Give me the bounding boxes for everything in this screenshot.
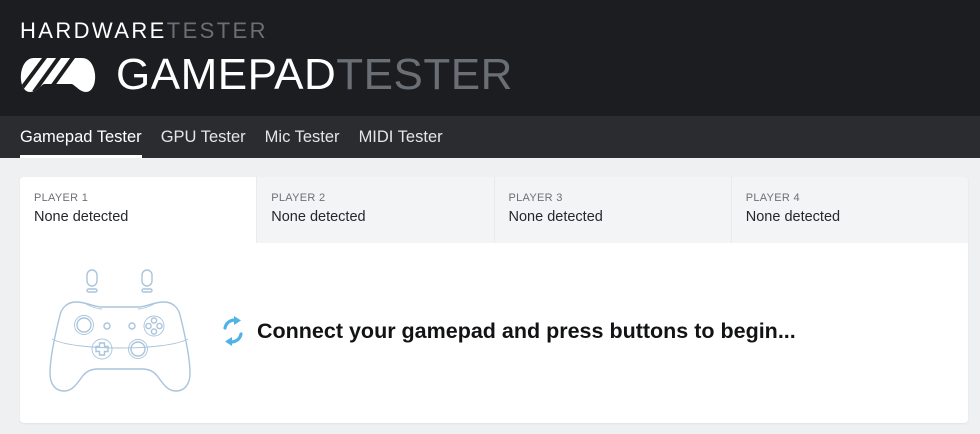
nav-item-midi-tester[interactable]: MIDI Tester <box>359 116 443 158</box>
hardware-tester-brand[interactable]: HARDWARETESTER <box>20 19 268 43</box>
brand-title-primary: GAMEPAD <box>116 50 337 99</box>
gamepad-content: Connect your gamepad and press buttons t… <box>20 243 968 423</box>
brand-title: GAMEPADTESTER <box>116 52 513 98</box>
nav-item-gpu-tester[interactable]: GPU Tester <box>161 116 246 158</box>
player-tab-2[interactable]: PLAYER 2 None detected <box>256 177 494 243</box>
player-label: PLAYER 4 <box>745 192 800 204</box>
player-status: None detected <box>508 209 603 225</box>
refresh-icon <box>223 316 243 346</box>
nav-item-gamepad-tester[interactable]: Gamepad Tester <box>20 116 142 158</box>
player-status: None detected <box>34 209 129 225</box>
brand-title-secondary: TESTER <box>336 50 513 99</box>
player-tab-3[interactable]: PLAYER 3 None detected <box>493 177 731 243</box>
brand-small-primary: HARDWARE <box>20 18 167 43</box>
connect-message: Connect your gamepad and press buttons t… <box>218 314 796 348</box>
player-status: None detected <box>271 209 366 225</box>
player-label: PLAYER 1 <box>34 192 89 204</box>
connect-message-text: Connect your gamepad and press buttons t… <box>257 318 796 343</box>
player-label: PLAYER 2 <box>271 192 326 204</box>
player-tabs: PLAYER 1 None detected PLAYER 2 None det… <box>20 177 968 243</box>
player-tab-1[interactable]: PLAYER 1 None detected <box>20 177 257 243</box>
player-label: PLAYER 3 <box>508 192 563 204</box>
brand-small-secondary: TESTER <box>166 18 268 43</box>
controller-outline-icon <box>49 269 191 392</box>
main-nav: Gamepad Tester GPU Tester Mic Tester MID… <box>0 116 980 158</box>
gamepad-stripes-icon <box>20 58 96 92</box>
gamepad-tester-logo[interactable]: GAMEPADTESTER <box>20 52 513 98</box>
player-tab-4[interactable]: PLAYER 4 None detected <box>730 177 968 243</box>
site-header: HARDWARETESTER GAMEPADTESTER <box>0 0 980 116</box>
nav-item-mic-tester[interactable]: Mic Tester <box>265 116 340 158</box>
player-status: None detected <box>745 209 841 225</box>
gamepad-panel: PLAYER 1 None detected PLAYER 2 None det… <box>20 177 968 423</box>
